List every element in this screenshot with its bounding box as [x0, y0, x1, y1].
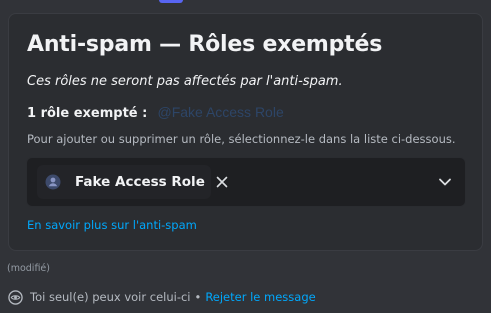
learn-more-link[interactable]: En savoir plus sur l'anti-spam: [27, 218, 197, 232]
exempt-count-label: 1 rôle exempté :: [27, 106, 148, 121]
ephemeral-footer: Toi seul(e) peux voir celui-ci • Rejeter…: [7, 289, 316, 305]
message-view: Anti-spam — Rôles exemptés Ces rôles ne …: [0, 0, 491, 313]
selected-role-label: Fake Access Role: [75, 174, 205, 190]
instructions-text: Pour ajouter ou supprimer un rôle, sélec…: [27, 132, 456, 146]
close-icon[interactable]: [216, 175, 228, 189]
chevron-down-icon[interactable]: [437, 175, 453, 189]
dismiss-message-link[interactable]: Rejeter le message: [205, 290, 315, 304]
exempt-count-row: 1 rôle exempté : @Fake Access Role: [27, 104, 284, 121]
edited-label: (modifié): [7, 263, 50, 274]
embed-subtitle: Ces rôles ne seront pas affectés par l'a…: [27, 74, 343, 89]
ephemeral-notice: Toi seul(e) peux voir celui-ci: [30, 290, 191, 304]
separator: •: [194, 290, 202, 304]
role-mention[interactable]: @Fake Access Role: [157, 104, 283, 120]
embed-title: Anti-spam — Rôles exemptés: [27, 32, 383, 57]
accent-bar: [159, 0, 183, 3]
embed-container: Anti-spam — Rôles exemptés Ces rôles ne …: [8, 13, 483, 251]
selected-role-chip: Fake Access Role: [37, 165, 228, 199]
eye-icon: [7, 289, 23, 305]
role-shield-icon: [45, 173, 61, 191]
role-select-menu[interactable]: Fake Access Role: [26, 157, 466, 207]
